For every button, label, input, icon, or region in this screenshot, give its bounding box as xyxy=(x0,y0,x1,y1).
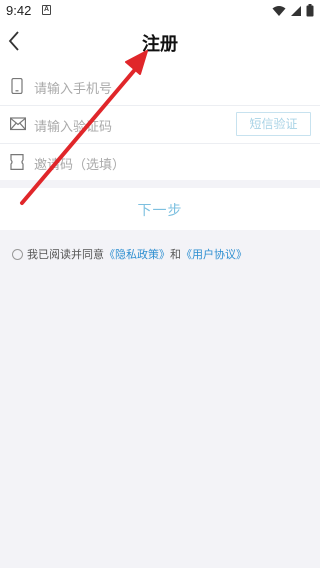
envelope-icon xyxy=(10,116,27,132)
agree-radio[interactable] xyxy=(12,248,23,260)
page-title: 注册 xyxy=(142,34,178,55)
register-form: 请输入手机号 请输入验证码 短信验证 邀请码（选填） xyxy=(0,68,320,180)
invite-placeholder: 邀请码（选填） xyxy=(34,158,126,173)
notification-a-icon: A xyxy=(42,5,51,15)
status-time: 9:42 xyxy=(6,3,32,18)
sms-verify-button[interactable]: 短信验证 xyxy=(236,112,311,136)
agreement-prefix: 我已阅读并同意 xyxy=(27,248,104,261)
wifi-icon xyxy=(272,2,286,21)
code-placeholder: 请输入验证码 xyxy=(34,120,113,135)
privacy-policy-link[interactable]: 《隐私政策》 xyxy=(104,246,170,262)
user-agreement-link[interactable]: 《用户协议》 xyxy=(181,246,247,262)
agreement-conjunction: 和 xyxy=(170,248,181,261)
status-icons xyxy=(272,2,314,21)
code-field[interactable]: 请输入验证码 短信验证 xyxy=(0,106,320,143)
title-bar: 注册 xyxy=(0,22,320,62)
ticket-icon xyxy=(10,154,24,170)
next-step-button[interactable]: 下一步 xyxy=(0,188,320,230)
phone-icon xyxy=(10,77,24,95)
battery-icon xyxy=(306,2,314,21)
phone-placeholder: 请输入手机号 xyxy=(34,82,113,97)
phone-field[interactable]: 请输入手机号 xyxy=(0,68,320,105)
agreement-row: 我已阅读并同意 《隐私政策》 和 《用户协议》 xyxy=(12,246,312,262)
status-bar: 9:42 A xyxy=(0,0,320,22)
invite-field[interactable]: 邀请码（选填） xyxy=(0,144,320,181)
signal-icon xyxy=(290,2,302,21)
top-area: 9:42 A 注册 xyxy=(0,0,320,68)
next-step-label: 下一步 xyxy=(137,203,183,219)
